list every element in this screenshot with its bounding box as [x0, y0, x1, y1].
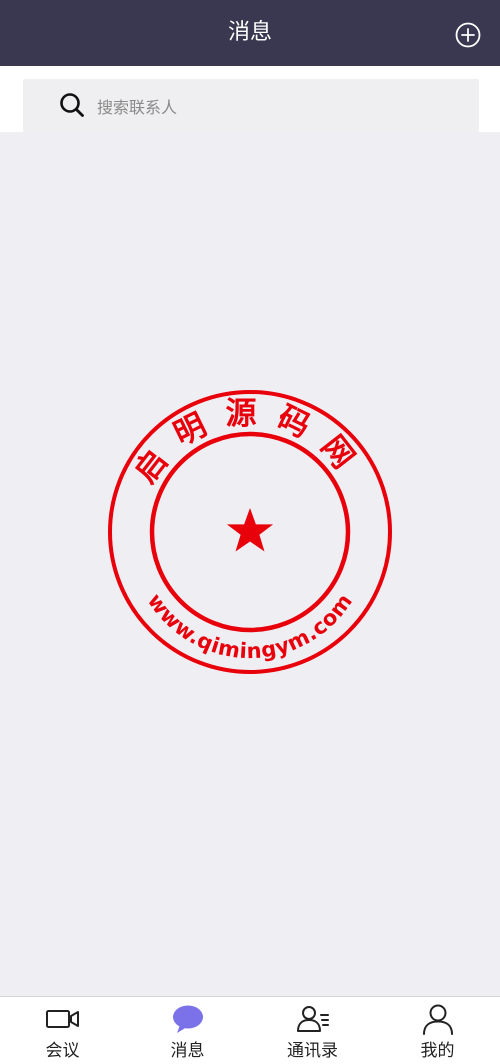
- search-icon: [60, 93, 84, 117]
- tab-contacts[interactable]: 通讯录: [250, 997, 375, 1064]
- bottom-tab-bar: 会议 消息 通讯录 我的: [0, 996, 500, 1064]
- add-button[interactable]: [455, 22, 481, 48]
- star-icon: [226, 508, 274, 552]
- tab-label: 我的: [420, 1041, 455, 1061]
- app-header: 消息: [0, 0, 500, 66]
- person-icon: [422, 1004, 453, 1035]
- tab-messages[interactable]: 消息: [125, 997, 250, 1064]
- video-camera-icon: [45, 1010, 79, 1028]
- search-bar: [0, 66, 500, 132]
- contacts-icon: [296, 1006, 329, 1032]
- tab-meeting[interactable]: 会议: [0, 997, 125, 1064]
- search-box[interactable]: [23, 79, 479, 132]
- plus-circle-icon: [455, 22, 481, 48]
- search-input[interactable]: [95, 91, 469, 123]
- page-title: 消息: [227, 20, 272, 45]
- seal-top-text: 启明源码网: [128, 396, 373, 490]
- chat-bubble-icon: [172, 1005, 203, 1033]
- tab-profile[interactable]: 我的: [375, 997, 500, 1064]
- tab-label: 会议: [45, 1041, 80, 1061]
- tab-label: 消息: [170, 1041, 205, 1061]
- watermark-seal: 启明源码网 www.qimingym.com: [108, 390, 392, 674]
- tab-label: 通讯录: [287, 1041, 338, 1061]
